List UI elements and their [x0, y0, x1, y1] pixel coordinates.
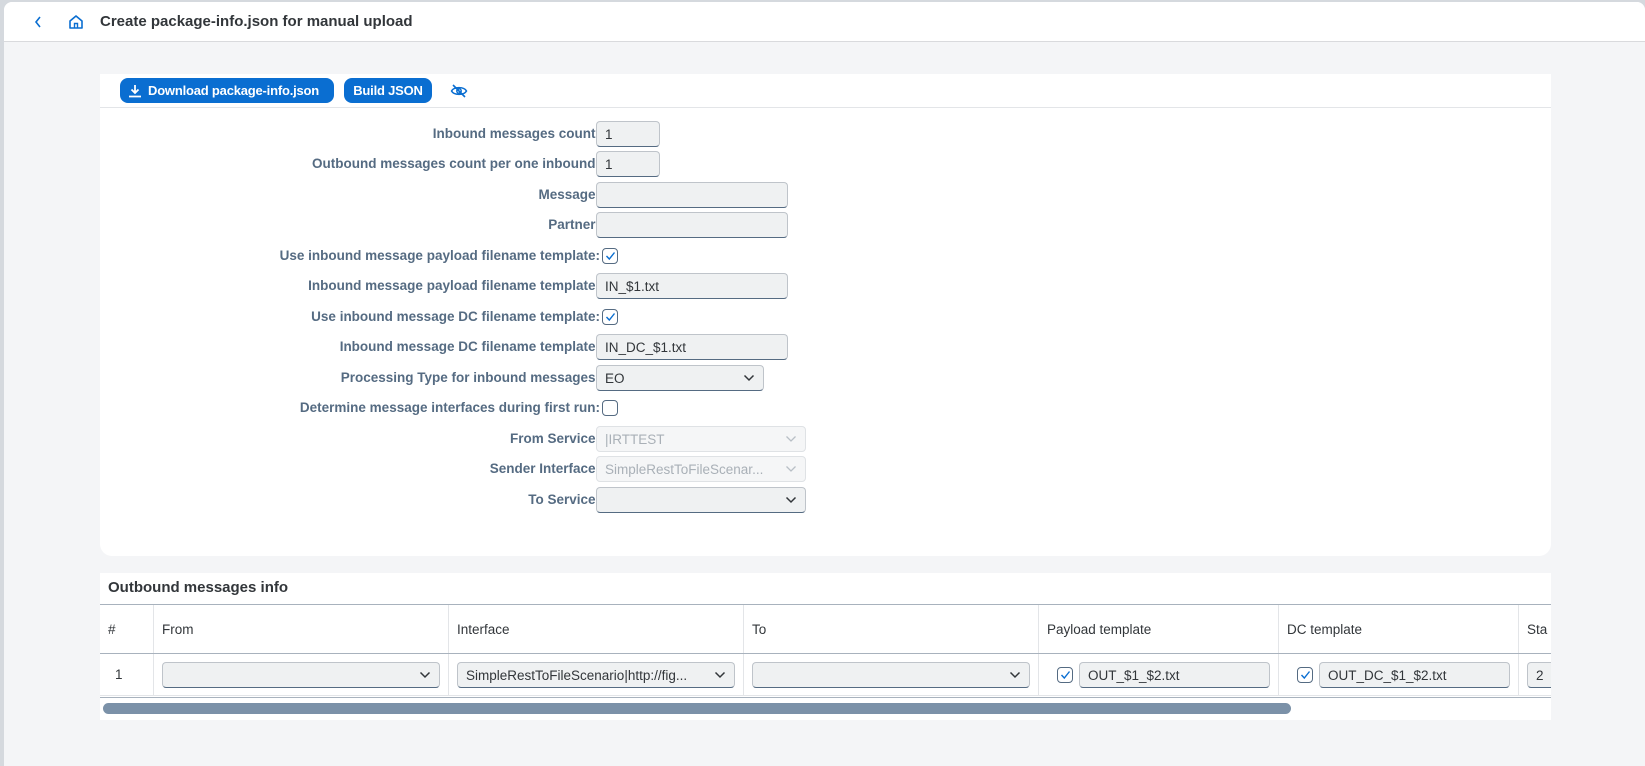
- outbound-count-label: Outbound messages count per one inbound:: [311, 156, 600, 171]
- table-row: 1 SimpleRestToFileScenario|http://fig...: [100, 654, 1551, 696]
- from-service-value: |IRTTEST: [605, 431, 665, 447]
- cell-to: [744, 654, 1039, 695]
- interface-select[interactable]: SimpleRestToFileScenario|http://fig...: [457, 662, 735, 688]
- dc-template-label: Inbound message DC filename template:: [339, 339, 600, 354]
- payload-template-label: Inbound message payload filename templat…: [308, 278, 600, 293]
- checkmark-icon: [1060, 671, 1070, 680]
- payload-template-input[interactable]: OUT_$1_$2.txt: [1079, 662, 1270, 688]
- shell-bar: Create package-info.json for manual uplo…: [4, 2, 1645, 42]
- app-window: Create package-info.json for manual uplo…: [4, 2, 1645, 766]
- dc-template-checkbox[interactable]: [1297, 667, 1313, 683]
- home-icon: [69, 15, 83, 29]
- cell-dc-template: OUT_DC_$1_$2.txt: [1279, 654, 1519, 695]
- chevron-left-icon: [34, 16, 41, 28]
- status-input[interactable]: 2: [1527, 662, 1551, 688]
- column-header-from[interactable]: From: [154, 605, 449, 653]
- message-row: Message:: [100, 181, 1551, 209]
- download-button-label: Download package-info.json: [148, 83, 320, 98]
- dc-template-input[interactable]: IN_DC_$1.txt: [596, 334, 788, 360]
- sender-interface-select: SimpleRestToFileScenar...: [596, 456, 806, 482]
- package-info-form: Inbound messages count: 1 Outbound messa…: [100, 108, 1551, 556]
- outbound-count-input[interactable]: 1: [596, 151, 660, 177]
- table-title: Outbound messages info: [108, 579, 289, 596]
- inbound-count-label: Inbound messages count:: [432, 126, 600, 141]
- home-button[interactable]: [66, 12, 86, 32]
- action-toolbar: Download package-info.json Build JSON: [100, 74, 1551, 108]
- column-header-status[interactable]: Sta: [1519, 605, 1551, 653]
- to-select[interactable]: [752, 662, 1030, 688]
- build-json-button[interactable]: Build JSON: [344, 78, 432, 103]
- outbound-messages-table: Outbound messages info # From Interface …: [100, 573, 1551, 720]
- sender-interface-label: Sender Interface:: [489, 461, 600, 476]
- from-service-select: |IRTTEST: [596, 426, 806, 452]
- use-payload-template-row: Use inbound message payload filename tem…: [100, 242, 1551, 270]
- to-service-row: To Service:: [100, 486, 1551, 514]
- scrollbar-thumb[interactable]: [103, 703, 1291, 714]
- determine-interfaces-row: Determine message interfaces during firs…: [100, 394, 1551, 422]
- partner-row: Partner:: [100, 211, 1551, 239]
- back-button[interactable]: [28, 12, 48, 32]
- inbound-count-input[interactable]: 1: [596, 121, 660, 147]
- processing-type-select[interactable]: EO: [596, 365, 764, 391]
- payload-template-checkbox[interactable]: [1057, 667, 1073, 683]
- eye-slash-icon: [450, 84, 468, 98]
- cell-from: [154, 654, 449, 695]
- column-header-dc-template[interactable]: DC template: [1279, 605, 1519, 653]
- message-input[interactable]: [596, 182, 788, 208]
- checkmark-icon: [605, 252, 615, 261]
- dc-template-row: Inbound message DC filename template: IN…: [100, 333, 1551, 361]
- outbound-count-row: Outbound messages count per one inbound:…: [100, 150, 1551, 178]
- chevron-down-icon: [714, 671, 726, 679]
- download-package-info-button[interactable]: Download package-info.json: [120, 78, 334, 103]
- table-header: # From Interface To Payload template DC …: [100, 604, 1551, 654]
- payload-template-row: Inbound message payload filename templat…: [100, 272, 1551, 300]
- payload-template-input[interactable]: IN_$1.txt: [596, 273, 788, 299]
- use-payload-template-checkbox[interactable]: [602, 248, 618, 264]
- use-dc-template-checkbox[interactable]: [602, 309, 618, 325]
- column-header-index: #: [100, 605, 154, 653]
- chevron-down-icon: [419, 671, 431, 679]
- to-service-label: To Service:: [528, 492, 600, 507]
- cell-payload-template: OUT_$1_$2.txt: [1039, 654, 1279, 695]
- chevron-down-icon: [1009, 671, 1021, 679]
- partner-label: Partner:: [548, 217, 600, 232]
- chevron-down-icon: [785, 465, 797, 473]
- checkmark-icon: [605, 313, 615, 322]
- determine-interfaces-label: Determine message interfaces during firs…: [299, 400, 600, 415]
- use-dc-template-label: Use inbound message DC filename template…: [311, 309, 600, 324]
- partner-input[interactable]: [596, 212, 788, 238]
- checkmark-icon: [1300, 671, 1310, 680]
- message-label: Message:: [538, 187, 600, 202]
- download-icon: [128, 84, 142, 98]
- chevron-down-icon: [785, 496, 797, 504]
- column-header-to[interactable]: To: [744, 605, 1039, 653]
- chevron-down-icon: [785, 435, 797, 443]
- toggle-visibility-button[interactable]: [448, 80, 470, 102]
- horizontal-scrollbar[interactable]: [100, 697, 1551, 720]
- page-title: Create package-info.json for manual uplo…: [100, 13, 413, 30]
- from-service-label: From Service:: [509, 431, 600, 446]
- column-header-payload-template[interactable]: Payload template: [1039, 605, 1279, 653]
- dc-template-input[interactable]: OUT_DC_$1_$2.txt: [1319, 662, 1510, 688]
- sender-interface-value: SimpleRestToFileScenar...: [605, 461, 764, 477]
- processing-type-value: EO: [605, 370, 625, 386]
- cell-index: 1: [100, 654, 154, 695]
- column-header-interface[interactable]: Interface: [449, 605, 744, 653]
- processing-type-label: Processing Type for inbound messages:: [340, 370, 600, 385]
- use-dc-template-row: Use inbound message DC filename template…: [100, 303, 1551, 331]
- from-service-row: From Service: |IRTTEST: [100, 425, 1551, 453]
- from-select[interactable]: [162, 662, 440, 688]
- cell-status: 2: [1519, 654, 1551, 695]
- determine-interfaces-checkbox[interactable]: [602, 400, 618, 416]
- cell-interface: SimpleRestToFileScenario|http://fig...: [449, 654, 744, 695]
- chevron-down-icon: [743, 374, 755, 382]
- processing-type-row: Processing Type for inbound messages: EO: [100, 364, 1551, 392]
- sender-interface-row: Sender Interface: SimpleRestToFileScenar…: [100, 455, 1551, 483]
- use-payload-template-label: Use inbound message payload filename tem…: [279, 248, 600, 263]
- inbound-count-row: Inbound messages count: 1: [100, 120, 1551, 148]
- to-service-select[interactable]: [596, 487, 806, 513]
